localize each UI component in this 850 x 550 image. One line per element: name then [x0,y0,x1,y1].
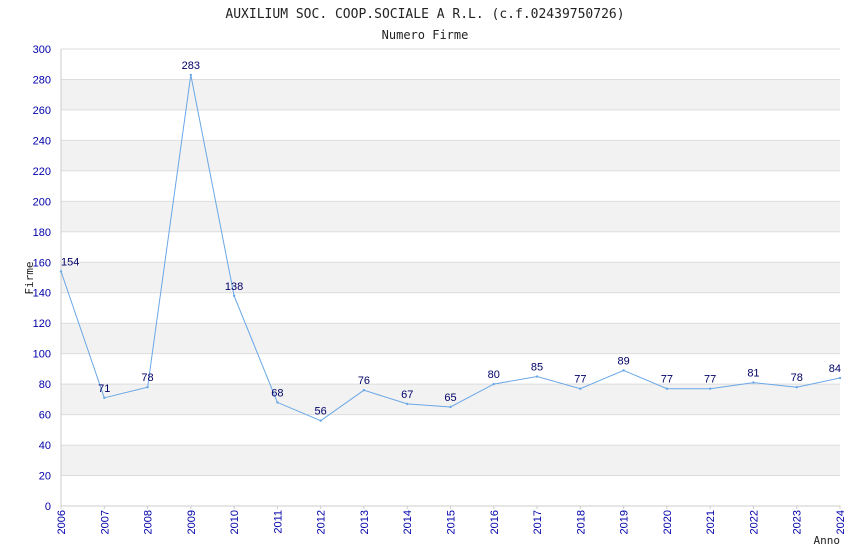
grid-band [61,445,840,476]
chart-title: AUXILIUM SOC. COOP.SOCIALE A R.L. (c.f.0… [225,7,624,22]
x-tick-label: 2013 [359,510,371,534]
data-point [232,294,236,297]
data-label: 67 [401,389,413,401]
data-point [708,387,712,390]
data-point [276,401,279,404]
data-label: 80 [488,369,500,381]
y-tick-label: 200 [33,196,51,208]
data-point [146,385,149,389]
x-tick-label: 2018 [575,510,587,534]
line-chart: AUXILIUM SOC. COOP.SOCIALE A R.L. (c.f.0… [23,7,847,547]
data-label: 78 [791,372,803,384]
x-tick-label: 2022 [748,510,760,534]
x-tick-label: 2011 [272,510,284,534]
data-label: 71 [98,383,110,395]
data-point [838,376,842,380]
y-tick-label: 240 [33,135,51,147]
data-label: 89 [617,355,629,367]
data-point [795,385,798,389]
grid-band [61,79,840,110]
data-label: 77 [661,374,673,386]
data-label: 65 [444,392,456,404]
x-tick-label: 2016 [489,510,501,534]
data-label: 76 [358,375,370,387]
x-axis-label: Anno [814,534,841,547]
data-point [535,375,539,378]
data-point [362,389,366,392]
y-tick-label: 20 [39,471,51,483]
grid-band [61,201,840,232]
data-point [406,402,409,406]
y-tick-label: 260 [33,105,51,117]
data-point [59,270,63,273]
data-point [665,387,669,390]
data-label: 283 [182,60,200,72]
x-tick-label: 2017 [532,510,544,534]
data-label: 56 [315,406,327,418]
plot-background [61,49,840,506]
data-point [579,387,582,390]
y-axis-label: Firme [23,261,36,294]
x-tick-label: 2008 [143,510,155,534]
data-label: 84 [829,363,841,375]
y-tick-label: 300 [33,44,51,56]
grid-band [61,414,840,446]
data-label: 77 [704,374,716,386]
x-tick-label: 2006 [56,510,68,534]
x-tick-label: 2023 [792,510,804,534]
grid-band [61,109,840,141]
x-tick-labels: 2006 2007 2008 2009 2010 2011 2012 2013 2014 2015… [56,510,847,534]
grid-band [61,292,840,324]
grid-band [61,231,840,263]
x-tick-label: 2020 [662,510,674,534]
x-tick-label: 2010 [229,510,241,534]
data-label: 81 [747,368,759,380]
data-point [622,369,625,372]
grid-band [61,170,840,202]
chart-subtitle: Numero Firme [382,28,469,42]
data-point [319,419,322,422]
data-label: 78 [141,372,153,384]
y-tick-label: 80 [39,379,51,391]
data-label: 138 [225,281,243,293]
data-label: 85 [531,362,543,374]
data-label: 154 [61,256,79,268]
y-tick-label: 280 [33,74,51,86]
x-tick-label: 2024 [835,510,847,534]
grid-band [61,353,840,385]
x-tick-label: 2007 [99,510,111,534]
data-point [103,396,106,400]
data-label: 77 [574,374,586,386]
x-tick-label: 2014 [402,510,414,534]
x-tick-label: 2015 [446,510,458,534]
data-label: 68 [271,387,283,399]
data-point [492,382,495,386]
y-tick-label: 220 [33,166,51,178]
y-tick-label: 60 [39,410,51,422]
x-tick-label: 2012 [316,510,328,534]
data-point [189,73,193,77]
x-tick-label: 2019 [619,510,631,534]
grid-band [61,262,840,293]
y-tick-label: 40 [39,440,51,452]
grid-band [61,475,840,506]
x-tick-label: 2009 [186,510,198,534]
y-tick-label: 100 [33,349,51,361]
x-tick-label: 2021 [705,510,717,534]
y-tick-label: 120 [33,318,51,330]
y-tick-label: 180 [33,227,51,239]
data-point [449,405,452,409]
data-point [752,381,755,384]
y-tick-label: 0 [45,501,51,513]
grid-band [61,49,840,80]
grid-band [61,323,840,354]
